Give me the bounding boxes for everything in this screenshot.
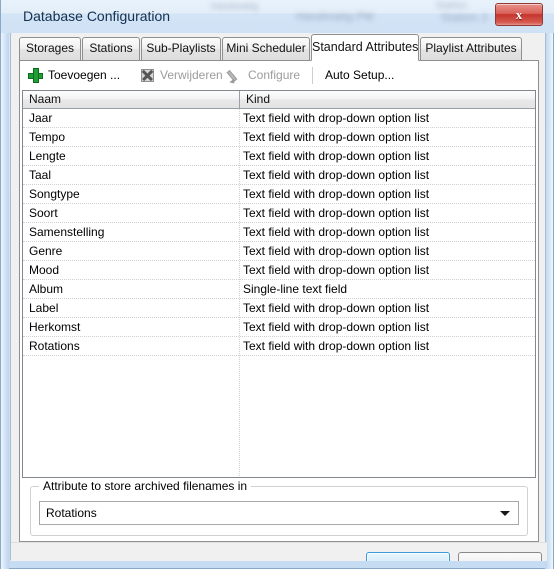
chevron-down-icon bbox=[500, 511, 510, 516]
title-bar[interactable]: Handmatig Handmatig PM Station Station 2… bbox=[1, 0, 554, 33]
cell-kind: Text field with drop-down option list bbox=[243, 187, 430, 201]
tab-mini-scheduler[interactable]: Mini Scheduler bbox=[222, 37, 310, 60]
cell-kind: Single-line text field bbox=[243, 282, 348, 296]
attributes-grid: Naam Kind Jaar Text field with drop-down… bbox=[22, 90, 536, 478]
cell-naam: Label bbox=[29, 301, 59, 315]
close-button[interactable]: x bbox=[495, 3, 543, 26]
table-row[interactable]: Jaar Text field with drop-down option li… bbox=[23, 109, 535, 128]
table-row[interactable]: Soort Text field with drop-down option l… bbox=[23, 204, 535, 223]
cancel-button[interactable] bbox=[458, 552, 542, 561]
blurred-background-text: Handmatig PM bbox=[296, 11, 374, 23]
table-row[interactable]: Taal Text field with drop-down option li… bbox=[23, 166, 535, 185]
blurred-background-text: Station 2 bbox=[441, 12, 489, 24]
table-row[interactable]: Lengte Text field with drop-down option … bbox=[23, 147, 535, 166]
cell-naam: Lengte bbox=[29, 149, 66, 163]
close-icon: x bbox=[515, 7, 523, 22]
window-glass-left-edge bbox=[1, 0, 9, 569]
table-row[interactable]: Label Text field with drop-down option l… bbox=[23, 299, 535, 318]
archive-attribute-group: Attribute to store archived filenames in… bbox=[30, 479, 528, 536]
toolbar-separator bbox=[312, 67, 313, 84]
delete-icon bbox=[140, 68, 156, 84]
archive-attribute-selected-value: Rotations bbox=[46, 506, 97, 520]
cell-naam: Tempo bbox=[29, 130, 66, 144]
cell-naam: Jaar bbox=[29, 111, 53, 125]
tab-page-standard-attributes: Toevoegen ... Verwijderen Configure Auto… bbox=[19, 60, 539, 542]
cell-kind: Text field with drop-down option list bbox=[243, 244, 430, 258]
cell-naam: Genre bbox=[29, 244, 63, 258]
cell-naam: Rotations bbox=[29, 339, 80, 353]
tab-stations[interactable]: Stations bbox=[82, 37, 140, 60]
window-title: Database Configuration bbox=[23, 8, 171, 24]
toolbar: Toevoegen ... Verwijderen Configure Auto… bbox=[20, 61, 538, 90]
cell-naam: Album bbox=[29, 282, 64, 296]
add-button-label: Toevoegen ... bbox=[48, 68, 121, 82]
cell-kind: Text field with drop-down option list bbox=[243, 263, 430, 277]
table-row[interactable]: Herkomst Text field with drop-down optio… bbox=[23, 318, 535, 337]
plus-icon bbox=[28, 67, 44, 84]
cell-kind: Text field with drop-down option list bbox=[243, 225, 430, 239]
cell-kind: Text field with drop-down option list bbox=[243, 168, 430, 182]
cell-naam: Soort bbox=[29, 206, 58, 220]
blurred-background-text: Handmatig bbox=[211, 1, 259, 11]
cell-naam: Taal bbox=[29, 168, 52, 182]
configure-button[interactable]: Configure bbox=[226, 65, 301, 86]
table-row[interactable]: Rotations Text field with drop-down opti… bbox=[23, 337, 535, 356]
archive-attribute-label: Attribute to store archived filenames in bbox=[39, 479, 252, 493]
auto-setup-button[interactable]: Auto Setup... bbox=[325, 65, 394, 86]
grid-body: Jaar Text field with drop-down option li… bbox=[23, 109, 535, 477]
cell-naam: Samenstelling bbox=[29, 225, 105, 239]
title-bar-background-blur: Handmatig Handmatig PM Station Station 2 bbox=[191, 0, 491, 33]
delete-button[interactable]: Verwijderen bbox=[140, 65, 223, 86]
column-header-kind[interactable]: Kind bbox=[240, 91, 535, 108]
table-row[interactable]: Album Single-line text field bbox=[23, 280, 535, 299]
table-row[interactable]: Samenstelling Text field with drop-down … bbox=[23, 223, 535, 242]
pencil-icon bbox=[226, 68, 244, 85]
table-row[interactable]: Genre Text field with drop-down option l… bbox=[23, 242, 535, 261]
cell-kind: Text field with drop-down option list bbox=[243, 130, 430, 144]
window-glass-right-edge bbox=[545, 0, 553, 569]
archive-attribute-combobox[interactable]: Rotations bbox=[39, 501, 519, 525]
dialog-button-bar bbox=[11, 542, 547, 561]
add-button[interactable]: Toevoegen ... bbox=[28, 65, 120, 86]
cell-kind: Text field with drop-down option list bbox=[243, 111, 430, 125]
configure-button-label: Configure bbox=[248, 68, 301, 82]
cell-naam: Songtype bbox=[29, 187, 80, 201]
cell-kind: Text field with drop-down option list bbox=[243, 301, 430, 315]
table-row[interactable]: Songtype Text field with drop-down optio… bbox=[23, 185, 535, 204]
column-header-naam[interactable]: Naam bbox=[23, 91, 239, 108]
dialog-window: Handmatig Handmatig PM Station Station 2… bbox=[0, 0, 554, 569]
dialog-client-area: Storages Stations Sub-Playlists Mini Sch… bbox=[10, 33, 547, 561]
tab-storages[interactable]: Storages bbox=[19, 37, 81, 60]
grid-header-row: Naam Kind bbox=[23, 91, 535, 109]
tab-standard-attributes[interactable]: Standard Attributes bbox=[311, 34, 419, 61]
ok-button[interactable] bbox=[366, 552, 450, 561]
blurred-background-text: Station bbox=[436, 0, 467, 10]
cell-naam: Herkomst bbox=[29, 320, 81, 334]
cell-kind: Text field with drop-down option list bbox=[243, 149, 430, 163]
table-row[interactable]: Tempo Text field with drop-down option l… bbox=[23, 128, 535, 147]
cell-naam: Mood bbox=[29, 263, 60, 277]
tab-strip: Storages Stations Sub-Playlists Mini Sch… bbox=[11, 33, 547, 61]
cell-kind: Text field with drop-down option list bbox=[243, 206, 430, 220]
table-row[interactable]: Mood Text field with drop-down option li… bbox=[23, 261, 535, 280]
cell-kind: Text field with drop-down option list bbox=[243, 339, 430, 353]
cell-kind: Text field with drop-down option list bbox=[243, 320, 430, 334]
tab-playlist-attributes[interactable]: Playlist Attributes bbox=[420, 37, 522, 60]
tab-sub-playlists[interactable]: Sub-Playlists bbox=[141, 37, 221, 60]
delete-button-label: Verwijderen bbox=[160, 68, 223, 82]
auto-setup-button-label: Auto Setup... bbox=[325, 68, 395, 82]
